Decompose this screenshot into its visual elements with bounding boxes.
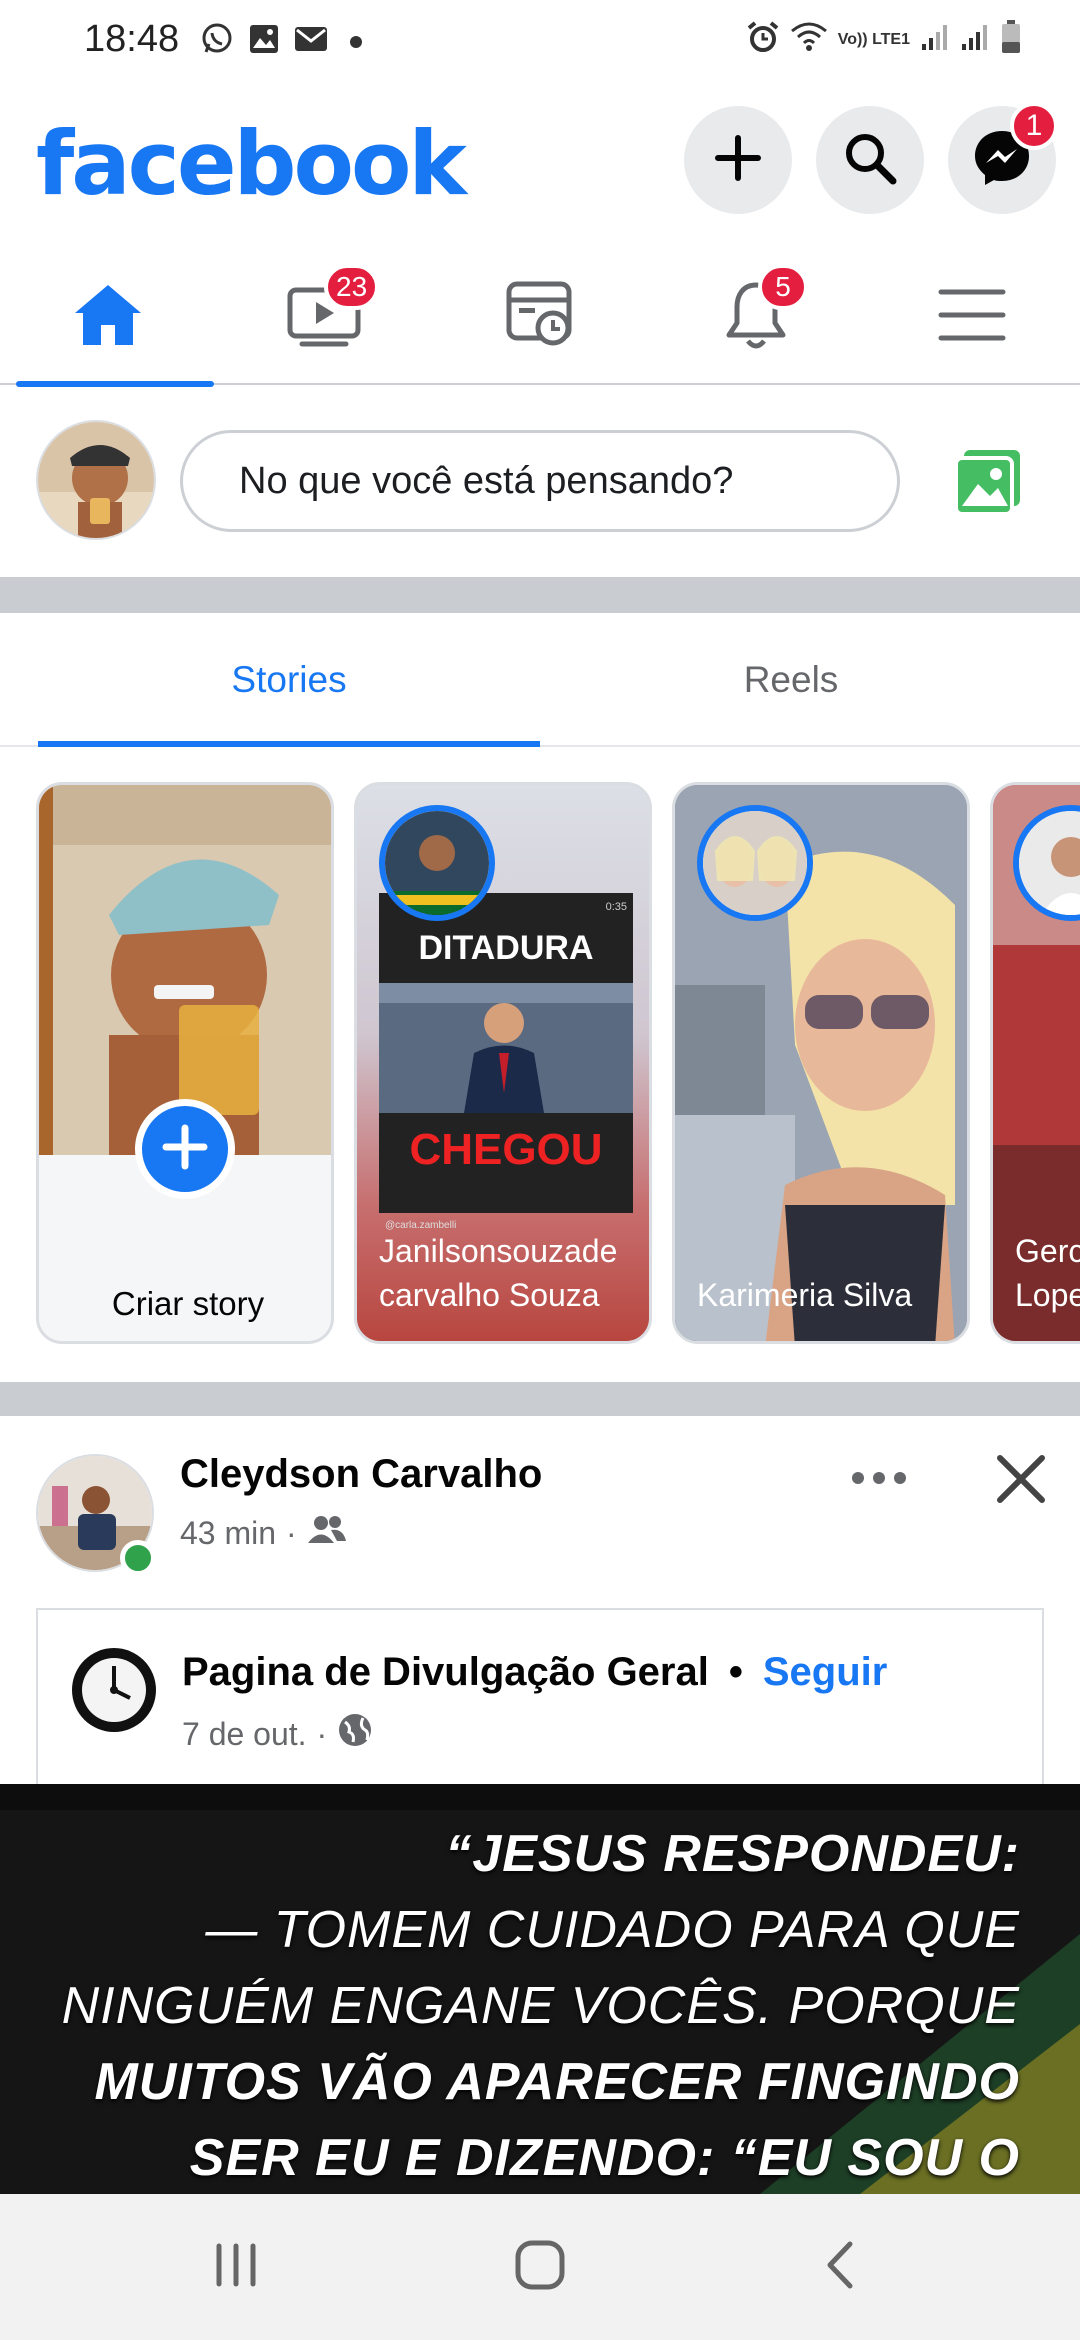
stories-reels-tabs: Stories Reels [0,612,1080,747]
shared-post-header: Pagina de Divulgação Geral • Seguir 7 de… [36,1608,1044,1808]
post-image-text: MUITOS VÃO APARECER FINGINDO [94,2053,1020,2111]
story-author-name: Karimeria Silva [697,1277,913,1313]
photo-icon [950,450,1030,524]
tab-reels[interactable]: Reels [540,612,1042,747]
signal-icon [920,22,950,57]
tab-notifications[interactable]: 5 [656,250,856,385]
home-icon [71,281,145,354]
friends-audience-icon [307,1514,347,1552]
shared-post-date[interactable]: 7 de out. [182,1716,307,1753]
lte-label: Vo)) LTE1 [837,30,910,48]
post-image-text: SER EU E DIZENDO: “EU SOU O [189,2129,1020,2187]
plus-icon [712,132,764,189]
system-navigation-bar [0,2194,1080,2340]
back-button[interactable] [740,2194,940,2340]
post-composer: No que você está pensando? [0,390,1080,575]
online-status-dot [120,1540,156,1576]
notifications-badge: 5 [758,264,808,310]
meta-separator: · [286,1514,297,1551]
story-duration: 0:35 [605,901,627,913]
globe-icon [337,1712,373,1756]
tab-memories[interactable] [440,250,640,385]
hamburger-menu-icon [937,286,1007,349]
shared-post-meta: 7 de out. · [182,1712,373,1756]
search-button[interactable] [816,106,924,214]
page-avatar[interactable] [72,1648,156,1732]
story-author-name: Gerc Lope [1015,1233,1080,1313]
search-icon [841,129,899,192]
section-divider [0,1382,1080,1416]
post-options-button[interactable] [846,1466,912,1495]
story-headline-bottom: CHEGOU [409,1125,603,1174]
shared-page-name[interactable]: Pagina de Divulgação Geral [182,1650,709,1695]
home-icon [513,2238,567,2297]
story-news-thumbnail: DITADURA CHEGOU 0:35 @carla.zambelli [379,893,633,1231]
back-icon [820,2238,860,2297]
more-options-icon [846,1472,912,1494]
status-time: 18:48 [84,18,180,60]
create-story-label: Criar story [111,1285,265,1322]
system-icons: Vo)) LTE1 [746,20,1022,59]
mail-icon [294,24,328,59]
messenger-button[interactable]: 1 [948,102,1058,214]
memories-icon [505,280,575,355]
gallery-icon [248,23,280,60]
tab-home[interactable] [8,250,214,387]
status-bar: 18:48 Vo)) LTE1 [0,0,1080,80]
hide-post-button[interactable] [994,1452,1048,1511]
facebook-logo[interactable]: facebook [36,112,467,215]
signal-icon [960,22,990,57]
story-headline-top: DITADURA [418,929,594,967]
photo-button[interactable] [950,440,1030,525]
post-image[interactable]: “JESUS RESPONDEU: — TOMEM CUIDADO PARA Q… [0,1784,1080,2194]
post-time[interactable]: 43 min [180,1515,276,1552]
post-author-name[interactable]: Cleydson Carvalho [180,1452,542,1497]
watch-badge: 23 [324,264,380,310]
home-button[interactable] [440,2194,640,2340]
tab-watch[interactable]: 23 [224,250,424,385]
post-image-text: — TOMEM CUIDADO PARA QUE [205,1901,1020,1959]
dot-icon [350,35,362,48]
create-story-card[interactable]: Criar story [36,782,334,1344]
post-image-text: “JESUS RESPONDEU: [445,1825,1020,1883]
story-card[interactable]: Karimeria Silva [672,782,970,1344]
main-nav: 23 5 [0,250,1080,387]
app-header: facebook 1 [0,100,1080,230]
post-meta: 43 min · [180,1514,347,1552]
section-divider [0,577,1080,613]
tab-active-indicator [16,381,214,387]
tab-menu[interactable] [872,250,1072,385]
follow-button[interactable]: Seguir [763,1650,887,1695]
add-story-button[interactable] [135,1099,235,1199]
story-card[interactable]: Gerc Lope [990,782,1080,1344]
recents-button[interactable] [136,2194,336,2340]
story-author-name: Janilsonsouzade carvalho Souza [379,1233,618,1313]
create-button[interactable] [684,106,792,214]
battery-icon [1000,20,1022,59]
messenger-badge: 1 [1010,102,1058,150]
story-author-avatar [379,805,495,921]
whats-on-your-mind-input[interactable]: No que você está pensando? [180,430,900,532]
tab-stories[interactable]: Stories [38,612,540,747]
user-avatar[interactable] [36,420,156,540]
plus-icon [162,1124,208,1175]
title-separator: • [728,1650,743,1694]
shared-page-title: Pagina de Divulgação Geral • Seguir [182,1650,887,1695]
post-image-text: NINGUÉM ENGANE VOCÊS. PORQUE [61,1977,1020,2035]
close-icon [994,1455,1048,1510]
stories-active-indicator [38,741,540,747]
story-card[interactable]: DITADURA CHEGOU 0:35 @carla.zambelli Jan… [354,782,652,1344]
whatsapp-icon [200,22,234,61]
meta-separator: · [316,1715,328,1752]
alarm-icon [746,20,780,59]
wifi-icon [790,21,828,58]
recents-icon [211,2242,261,2293]
story-author-avatar [697,805,813,921]
notification-icons [200,22,362,61]
